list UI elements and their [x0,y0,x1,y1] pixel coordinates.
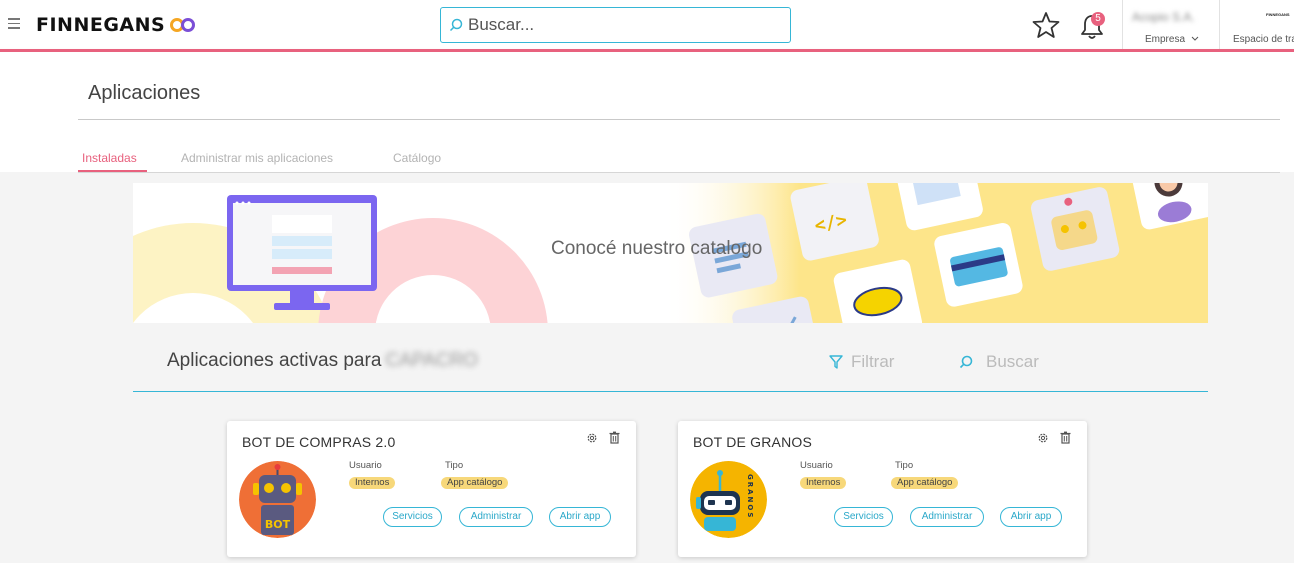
search-apps-button[interactable]: Buscar [958,352,1039,372]
global-search[interactable] [440,7,791,43]
gear-icon[interactable] [586,432,598,444]
granos-logo-text: GRANOS [746,474,754,519]
search-icon [449,18,463,32]
workspace-mini-logo: FINNEGANS [1266,12,1290,17]
user-badge: Internos [800,477,847,489]
section-divider [133,391,1208,392]
menu-icon[interactable] [8,18,20,29]
brand-name: FINNEGANS [36,14,166,36]
company-selector[interactable]: Acopio S.A. Empresa [1122,0,1220,49]
tabs-divider [78,172,1280,173]
brand-logo[interactable]: FINNEGANS [36,13,197,37]
trash-icon[interactable] [609,431,620,444]
catalog-banner[interactable]: </> Conocé nuestro catalogo [133,183,1208,323]
type-label: Tipo [895,460,914,471]
workspace-label: Espacio de trabajo [1233,34,1294,45]
section-title-text: Aplicaciones activas para [167,350,382,371]
company-name: Acopio S.A. [1132,10,1195,24]
tab-catalog[interactable]: Catálogo [393,151,441,165]
user-label: Usuario [800,460,833,471]
filter-button[interactable]: Filtrar [829,352,894,372]
services-button[interactable]: Servicios [834,507,893,527]
company-label: Empresa [1145,34,1186,45]
bot-compras-logo: BOT [239,461,316,538]
user-label: Usuario [349,460,382,471]
open-app-button[interactable]: Abrir app [1000,507,1062,527]
filter-label: Filtrar [851,352,895,371]
company-label-wrap: Empresa [1145,34,1199,45]
type-label: Tipo [445,460,464,471]
open-app-button[interactable]: Abrir app [549,507,611,527]
global-search-input[interactable] [468,15,768,35]
gear-icon[interactable] [1037,432,1049,444]
notification-badge: 5 [1091,12,1105,26]
tab-installed[interactable]: Instaladas [82,151,137,165]
services-button[interactable]: Servicios [383,507,442,527]
app-card: BOT DE GRANOS GRANOS Usuario Tipo Intern… [678,421,1087,557]
section-company-name: CAPACRO [385,350,478,371]
app-card-title: BOT DE GRANOS [693,434,813,450]
filter-icon [829,355,843,369]
divider [78,119,1280,120]
tab-manage-apps[interactable]: Administrar mis aplicaciones [181,151,333,165]
user-badge: Internos [349,477,396,489]
top-bar: FINNEGANS 5 Acopio S.A. Empresa FINNEGAN… [0,0,1294,50]
search-apps-label: Buscar [986,352,1039,371]
chevron-down-icon [1191,36,1199,41]
admin-button[interactable]: Administrar [459,507,533,527]
page-title: Aplicaciones [88,82,201,104]
search-icon [959,355,973,369]
brand-mark-icon [170,18,196,32]
banner-text: Conocé nuestro catalogo [551,238,763,259]
bot-logo-text: BOT [265,518,291,531]
trash-icon[interactable] [1060,431,1071,444]
bot-granos-logo: GRANOS [690,461,767,538]
workspace-selector[interactable]: FINNEGANS Espacio de trabajo [1221,0,1294,49]
type-badge: App catálogo [441,477,509,489]
app-card: BOT DE COMPRAS 2.0 BOT Usuario Tipo Inte… [227,421,636,557]
app-card-title: BOT DE COMPRAS 2.0 [242,434,396,450]
type-badge: App catálogo [891,477,959,489]
star-icon[interactable] [1032,11,1060,39]
admin-button[interactable]: Administrar [910,507,984,527]
section-title: Aplicaciones activas para CAPACRO [167,350,478,372]
